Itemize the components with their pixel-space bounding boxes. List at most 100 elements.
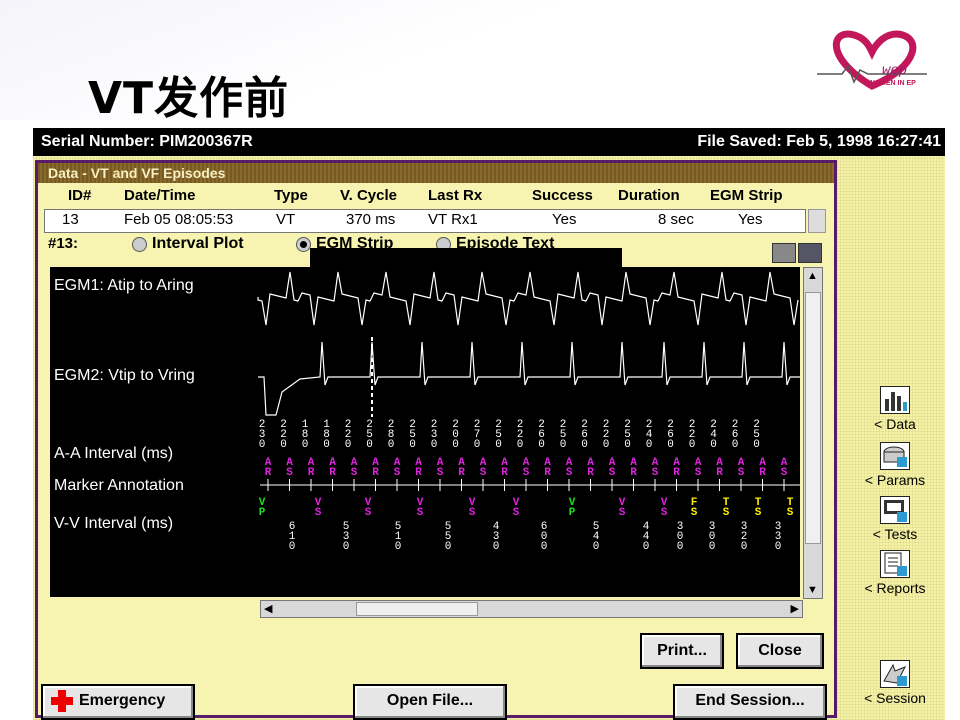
horizontal-scroll-thumb[interactable]	[356, 602, 478, 616]
vv-interval-digit: 0	[493, 541, 500, 553]
v-marker-letter: S	[723, 507, 730, 519]
aa-interval-digit: 0	[603, 439, 610, 451]
expand-icon[interactable]	[798, 243, 822, 263]
logo-text: WOMEN IN EP	[868, 80, 916, 87]
a-marker-letter: S	[738, 467, 745, 479]
aa-interval-digit: 0	[366, 439, 373, 451]
vv-interval-digit: 0	[643, 541, 650, 553]
cell-id: 13	[62, 211, 79, 228]
interval-plot-radio[interactable]	[132, 237, 147, 252]
close-button[interactable]: Close	[736, 633, 824, 669]
a-marker-letter: R	[265, 467, 272, 479]
aa-interval-digit: 0	[517, 439, 524, 451]
vv-interval-digit: 0	[445, 541, 452, 553]
reports-icon	[880, 550, 910, 578]
aa-interval-digit: 0	[753, 439, 760, 451]
vv-interval-digit: 0	[395, 541, 402, 553]
sidebar-params[interactable]: < Params	[845, 442, 945, 488]
interval-plot-label[interactable]: Interval Plot	[152, 235, 244, 253]
v-marker-letter: S	[661, 507, 668, 519]
cell-datetime: Feb 05 08:05:53	[124, 211, 234, 228]
col-header-datetime: Date/Time	[124, 187, 196, 204]
vv-interval-digit: 0	[775, 541, 782, 553]
slide-title: VT发作前	[88, 73, 290, 124]
vv-interval-digit: 0	[741, 541, 748, 553]
a-marker-letter: R	[673, 467, 680, 479]
a-marker-letter: R	[308, 467, 315, 479]
egm-strip-radio[interactable]	[296, 237, 311, 252]
v-marker-letter: S	[619, 507, 626, 519]
aa-interval-digit: 0	[388, 439, 395, 451]
strip-vertical-scrollbar[interactable]: ▲ ▼	[803, 267, 823, 599]
sidebar-data[interactable]: < Data	[845, 386, 945, 432]
aa-interval-digit: 0	[345, 439, 352, 451]
sidebar-data-label: < Data	[874, 416, 916, 432]
col-header-duration: Duration	[618, 187, 680, 204]
scroll-up-icon[interactable]: ▲	[807, 270, 818, 282]
aa-interval-digit: 0	[732, 439, 739, 451]
episode-number: #13:	[48, 235, 79, 252]
a-marker-letter: S	[652, 467, 659, 479]
col-header-success: Success	[532, 187, 593, 204]
print-button[interactable]: Print...	[640, 633, 724, 669]
col-header-id: ID#	[68, 187, 92, 204]
open-file-button[interactable]: Open File...	[353, 684, 507, 720]
a-marker-letter: S	[523, 467, 530, 479]
egm-traces: 2302201801802202502802502302002702502202…	[257, 271, 800, 553]
v-marker-letter: S	[691, 507, 698, 519]
a-marker-letter: S	[286, 467, 293, 479]
params-icon	[880, 442, 910, 470]
sidebar-session[interactable]: < Session	[845, 660, 945, 706]
a-marker-letter: R	[415, 467, 422, 479]
a-marker-letter: S	[480, 467, 487, 479]
vv-interval-digit: 0	[541, 541, 548, 553]
aa-interval-digit: 0	[474, 439, 481, 451]
cell-type: VT	[276, 211, 296, 228]
aa-interval-digit: 0	[409, 439, 416, 451]
aa-interval-digit: 0	[280, 439, 287, 451]
cell-last-rx: VT Rx1	[428, 211, 478, 228]
a-marker-letter: S	[351, 467, 358, 479]
a-marker-letter: S	[566, 467, 573, 479]
v-marker-letter: S	[365, 507, 372, 519]
col-header-last-rx: Last Rx	[428, 187, 483, 204]
aa-interval-digit: 0	[323, 439, 330, 451]
col-header-type: Type	[274, 187, 308, 204]
a-marker-letter: S	[609, 467, 616, 479]
collapse-icon[interactable]	[772, 243, 796, 263]
sidebar-reports[interactable]: < Reports	[845, 550, 945, 596]
vv-interval-digit: 0	[343, 541, 350, 553]
a-marker-letter: R	[501, 467, 508, 479]
egm-strip-display: EGM1: Atip to Aring EGM2: Vtip to Vring …	[50, 267, 800, 597]
v-marker-letter: S	[755, 507, 762, 519]
vv-interval-digit: 0	[593, 541, 600, 553]
aa-interval-digit: 0	[302, 439, 309, 451]
v-marker-letter: P	[259, 507, 266, 519]
scroll-right-icon[interactable]: ▶	[791, 602, 799, 615]
aa-interval-digit: 0	[538, 439, 545, 451]
scroll-down-icon[interactable]: ▼	[807, 584, 818, 596]
egm1-trace	[257, 271, 799, 326]
sidebar-reports-label: < Reports	[864, 580, 926, 596]
strip-horizontal-scrollbar[interactable]: ◀ ▶	[260, 600, 803, 618]
status-bar: Serial Number: PIM200367R File Saved: Fe…	[33, 128, 945, 156]
cell-vcycle: 370 ms	[346, 211, 396, 228]
egm2-trace	[258, 341, 800, 416]
vv-interval-digit: 0	[709, 541, 716, 553]
episodes-panel: Data - VT and VF Episodes ID# Date/Time …	[35, 160, 837, 718]
aa-interval-digit: 0	[452, 439, 459, 451]
v-marker-letter: S	[787, 507, 794, 519]
row-scrollbar[interactable]	[808, 209, 826, 233]
end-session-button[interactable]: End Session...	[673, 684, 827, 720]
sidebar-params-label: < Params	[864, 472, 926, 488]
emergency-button[interactable]: Emergency	[41, 684, 195, 720]
aa-interval-digit: 0	[710, 439, 717, 451]
sidebar-tests[interactable]: < Tests	[845, 496, 945, 542]
aa-interval-digit: 0	[431, 439, 438, 451]
v-marker-letter: S	[417, 507, 424, 519]
a-marker-letter: R	[372, 467, 379, 479]
scroll-left-icon[interactable]: ◀	[264, 602, 272, 615]
session-icon	[880, 660, 910, 688]
vertical-scroll-thumb[interactable]	[805, 292, 821, 544]
a-marker-letter: S	[437, 467, 444, 479]
